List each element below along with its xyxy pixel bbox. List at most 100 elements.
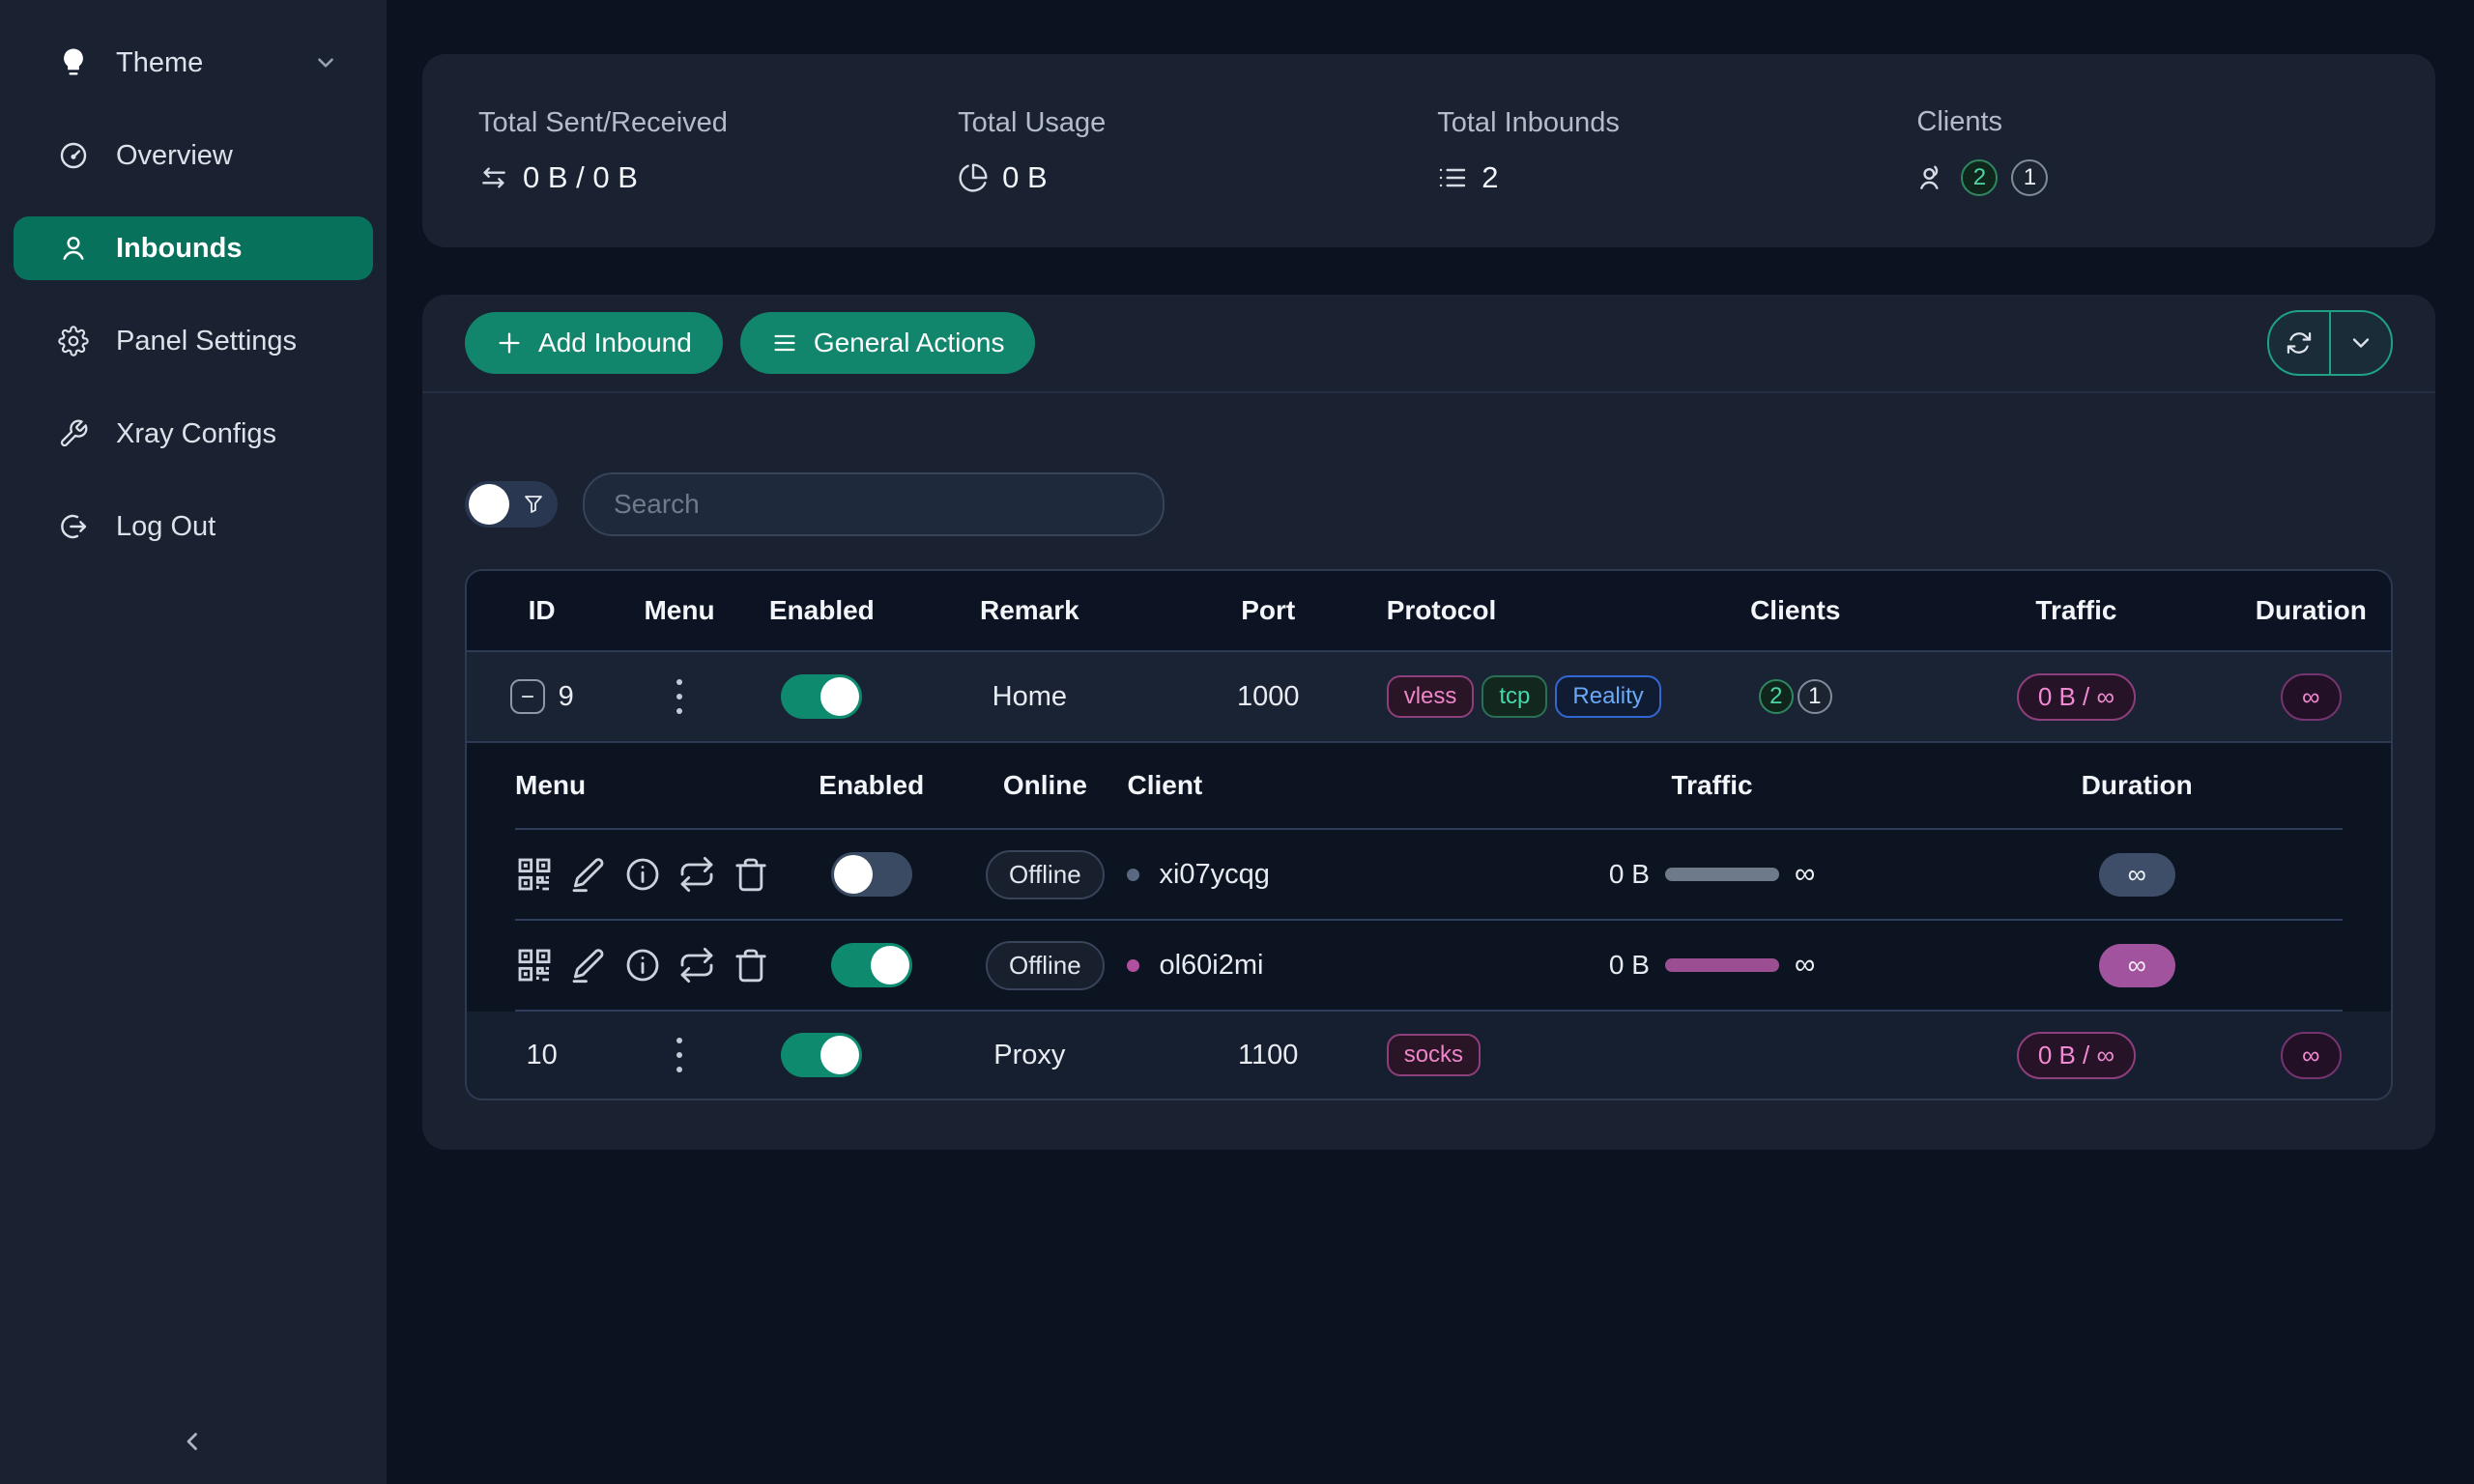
duration-badge: ∞ (2281, 673, 2342, 721)
online-status-badge: Offline (986, 850, 1105, 899)
client-enabled-toggle[interactable] (831, 943, 912, 987)
clients-online-badge: 2 (1759, 679, 1794, 714)
pie-chart-icon (958, 162, 989, 193)
id-cell: 9 (467, 679, 617, 714)
table-row: 10 Proxy 1100 socks 0 B / ∞ ∞ (467, 1012, 2391, 1099)
row-menu-button[interactable] (671, 1032, 688, 1078)
sub-col-traffic: Traffic (1493, 770, 1932, 801)
general-actions-button[interactable]: General Actions (740, 312, 1036, 374)
list-icon (1437, 162, 1468, 193)
traffic-badge: 0 B / ∞ (2017, 673, 2136, 721)
search-input[interactable] (583, 472, 1165, 536)
delete-icon[interactable] (732, 855, 770, 894)
client-color-dot (1127, 869, 1139, 881)
col-header-enabled: Enabled (742, 595, 902, 626)
remark-cell: Proxy (902, 1040, 1158, 1071)
sidebar-item-xray-configs[interactable]: Xray Configs (14, 402, 373, 466)
gear-icon (58, 326, 89, 357)
client-row: Offline ol60i2mi 0 B ∞ ∞ (515, 921, 2343, 1010)
client-duration-badge: ∞ (2099, 944, 2175, 987)
sidebar-item-label: Xray Configs (116, 418, 276, 450)
refresh-split-button (2267, 310, 2393, 376)
delete-icon[interactable] (732, 946, 770, 985)
funnel-icon (522, 493, 545, 516)
remark-cell: Home (902, 681, 1158, 713)
toggle-knob (469, 484, 509, 525)
id-cell: 10 (467, 1040, 617, 1071)
inbound-id: 10 (527, 1040, 558, 1071)
stat-label: Clients (1916, 106, 2396, 138)
col-header-remark: Remark (902, 595, 1158, 626)
collapse-row-button[interactable] (510, 679, 545, 714)
sub-col-online: Online (963, 770, 1127, 801)
protocol-tag: socks (1387, 1034, 1481, 1076)
stat-value: 0 B (1002, 160, 1048, 195)
client-duration-badge: ∞ (2099, 853, 2175, 897)
col-header-duration: Duration (2231, 595, 2391, 626)
stat-clients: Clients 2 1 (1916, 106, 2396, 196)
sub-col-duration: Duration (1931, 770, 2342, 801)
toolbar: Add Inbound General Actions (422, 295, 2435, 393)
row-menu-button[interactable] (671, 673, 688, 720)
col-header-id: ID (467, 595, 617, 626)
network-tag: tcp (1482, 675, 1547, 718)
table-row: 9 Home 1000 vless tcp Reality 2 1 0 B (467, 650, 2391, 743)
stats-card: Total Sent/Received 0 B / 0 B Total Usag… (422, 54, 2435, 247)
qr-code-icon[interactable] (515, 855, 554, 894)
col-header-protocol: Protocol (1379, 595, 1670, 626)
stat-label: Total Sent/Received (478, 107, 958, 139)
inbounds-table: ID Menu Enabled Remark Port Protocol Cli… (465, 569, 2393, 1100)
qr-code-icon[interactable] (515, 946, 554, 985)
duration-badge: ∞ (2281, 1032, 2342, 1079)
stat-value: 0 B / 0 B (523, 160, 638, 195)
sub-col-menu: Menu (515, 770, 780, 801)
theme-label: Theme (116, 47, 203, 79)
filter-toggle[interactable] (465, 481, 558, 528)
col-header-traffic: Traffic (1921, 595, 2231, 626)
inbound-enabled-toggle[interactable] (781, 1033, 862, 1077)
search-row (465, 472, 2393, 536)
edit-icon[interactable] (569, 946, 608, 985)
inbounds-panel: Add Inbound General Actions (422, 295, 2435, 1150)
sub-col-client: Client (1127, 770, 1492, 801)
sidebar-item-logout[interactable]: Log Out (14, 495, 373, 558)
traffic-progress-bar (1665, 868, 1779, 881)
refresh-button[interactable] (2269, 312, 2331, 374)
inbound-id: 9 (559, 681, 574, 713)
sidebar-item-overview[interactable]: Overview (14, 124, 373, 187)
stat-label: Total Inbounds (1437, 107, 1916, 139)
protocol-tag: vless (1387, 675, 1475, 718)
sidebar-item-inbounds[interactable]: Inbounds (14, 216, 373, 280)
expanded-clients-section: Menu Enabled Online Client Traffic Durat… (467, 743, 2391, 1012)
clients-deactivated-badge: 1 (2011, 159, 2048, 196)
add-inbound-button[interactable]: Add Inbound (465, 312, 723, 374)
traffic-used: 0 B (1609, 950, 1650, 981)
client-color-dot (1127, 959, 1139, 972)
info-icon[interactable] (623, 855, 662, 894)
lightbulb-icon (58, 47, 89, 78)
sidebar-item-panel-settings[interactable]: Panel Settings (14, 309, 373, 373)
reset-traffic-icon[interactable] (677, 946, 716, 985)
wrench-icon (58, 418, 89, 449)
plus-icon (496, 329, 523, 357)
edit-icon[interactable] (569, 855, 608, 894)
theme-selector[interactable]: Theme (14, 31, 373, 95)
client-row: Offline xi07ycqg 0 B ∞ ∞ (515, 830, 2343, 919)
refresh-dropdown-button[interactable] (2331, 312, 2391, 374)
sidebar-collapse-button[interactable] (172, 1420, 215, 1463)
users-icon (1916, 162, 1947, 193)
col-header-port: Port (1158, 595, 1379, 626)
gauge-icon (58, 140, 89, 171)
inbound-enabled-toggle[interactable] (781, 674, 862, 719)
client-enabled-toggle[interactable] (831, 852, 912, 897)
subtable-header-row: Menu Enabled Online Client Traffic Durat… (515, 743, 2343, 828)
col-header-menu: Menu (617, 595, 741, 626)
transfer-icon (478, 162, 509, 193)
security-tag: Reality (1555, 675, 1660, 718)
info-icon[interactable] (623, 946, 662, 985)
stat-total-inbounds: Total Inbounds 2 (1437, 107, 1916, 195)
port-cell: 1000 (1158, 681, 1379, 713)
reset-traffic-icon[interactable] (677, 855, 716, 894)
sidebar-item-label: Inbounds (116, 233, 242, 265)
logout-icon (58, 511, 89, 542)
